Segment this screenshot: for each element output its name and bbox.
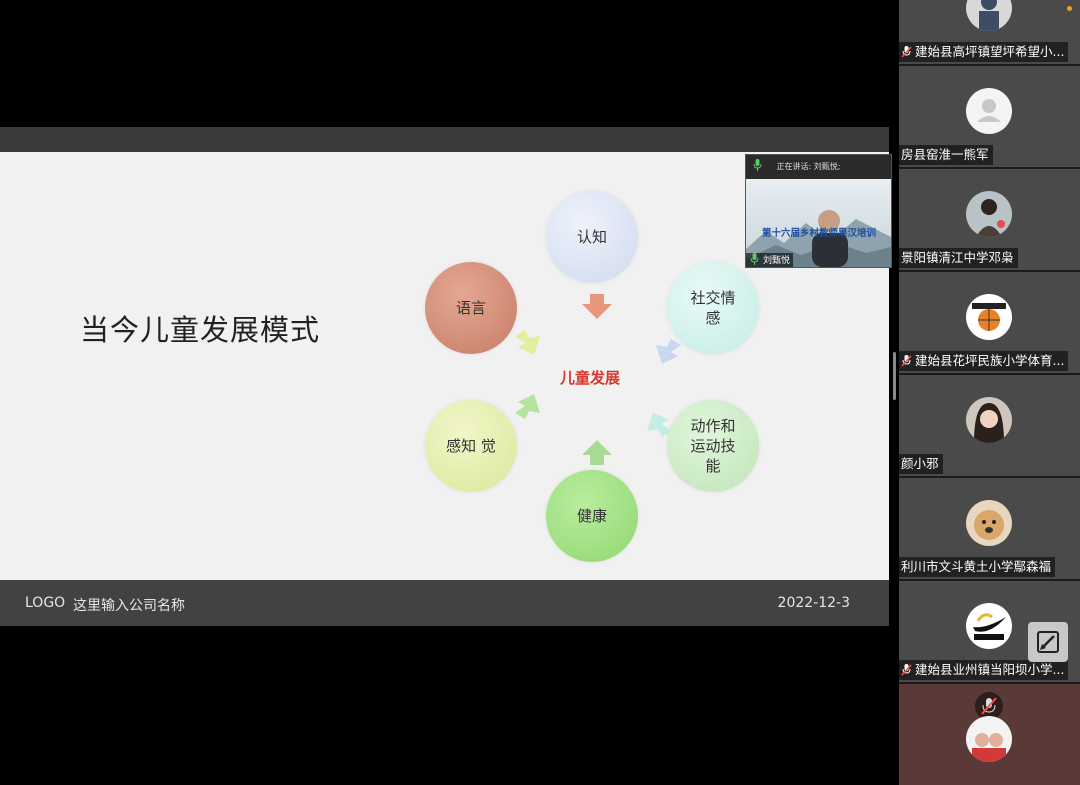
slide-footer: LOGO 这里输入公司名称 2022-12-3 [0,580,889,626]
node-label: 动作和 [690,417,736,435]
node-label: 感 [705,309,721,327]
node-motor-skills: 动作和 运动技 能 [667,400,759,492]
node-label: 健康 [576,507,607,525]
slide-title: 当今儿童发展模式 [80,313,321,347]
participant-tile[interactable]: 景阳镇清江中学邓枭 [899,169,1080,270]
user-photo [972,733,1006,762]
participant-name: 颜小邪 [899,454,943,474]
arrow-up-icon [582,440,612,465]
node-perception: 感知 觉 [425,400,517,492]
edit-icon [1037,631,1059,653]
brand-logo [973,613,1006,640]
participant-tile[interactable]: 利川市文斗黄土小学鄢森福 [899,478,1080,579]
participant-name: 建始县花坪民族小学体育... [899,351,1069,371]
microphone-icon [750,253,759,265]
footer-logo: LOGO [25,595,66,611]
avatar [966,716,1012,762]
participant-name: 景阳镇清江中学邓枭 [899,248,1018,268]
avatar [966,397,1012,443]
shared-screen-area: 当今儿童发展模式 认知 语言 社交情 感 感知 觉 动作和 运动技 能 健康 儿… [0,0,895,754]
active-speaker-video[interactable]: 正在讲话: 刘甄悦; 第十六届乡村教师果汉培训 刘甄悦 [745,154,892,268]
speaking-indicator: 正在讲话: 刘甄悦; [746,155,891,179]
avatar [966,603,1012,649]
participant-tile[interactable]: 建始县高坪镇望坪希望小... [899,0,1080,64]
node-health: 健康 [546,470,638,562]
arrow-down-icon [582,294,612,319]
participant-tile[interactable] [899,684,1080,785]
node-label: 运动技 [690,437,736,455]
footer-company-name: 这里输入公司名称 [73,598,185,614]
node-label: 社交情 [690,289,736,307]
node-label: 感知 觉 [446,437,496,455]
participant-name: 建始县高坪镇望坪希望小... [899,42,1069,62]
participant-tile[interactable]: 颜小邪 [899,375,1080,476]
annotate-button[interactable] [1028,622,1068,662]
status-dot [1067,6,1072,11]
speaker-name: 刘甄悦 [763,256,791,266]
default-user-icon [977,99,1001,122]
participant-name: 利川市文斗黄土小学鄢森福 [899,557,1056,577]
microphone-icon [753,159,762,171]
speaking-text: 正在讲话: 刘甄悦; [776,162,841,171]
avatar [966,500,1012,546]
node-label: 认知 [576,228,607,246]
speaker-name-tag: 刘甄悦 [746,253,794,267]
node-label: 语言 [455,299,486,317]
basketball-logo [972,303,1006,331]
slide-top-bar [0,127,889,152]
node-language: 语言 [425,262,517,354]
arrow-diag-icon [515,330,540,355]
user-photo [976,199,1005,237]
participant-tile[interactable]: 房县窑淮一熊军 [899,66,1080,167]
center-label: 儿童发展 [560,369,621,387]
node-cognition: 认知 [546,191,638,283]
user-photo [974,403,1004,443]
person-icon [979,0,999,31]
participant-name: 建始县业州镇当阳坝小学... [899,660,1069,680]
node-label: 能 [705,457,721,475]
footer-date: 2022-12-3 [777,595,850,611]
avatar [966,88,1012,134]
muted-microphone-icon [901,46,912,58]
dog-photo [974,510,1004,540]
scrollbar[interactable] [893,352,896,400]
training-banner: 第十六届乡村教师果汉培训 [762,228,877,239]
avatar [966,294,1012,340]
participant-tile[interactable]: 建始县花坪民族小学体育... [899,272,1080,373]
node-social-emotion: 社交情 感 [667,262,759,354]
participant-name: 房县窑淮一熊军 [899,145,993,165]
muted-microphone-icon [901,664,912,676]
avatar [966,191,1012,237]
arrow-diag-icon [515,394,540,419]
muted-microphone-icon [901,355,912,367]
avatar [966,0,1012,31]
